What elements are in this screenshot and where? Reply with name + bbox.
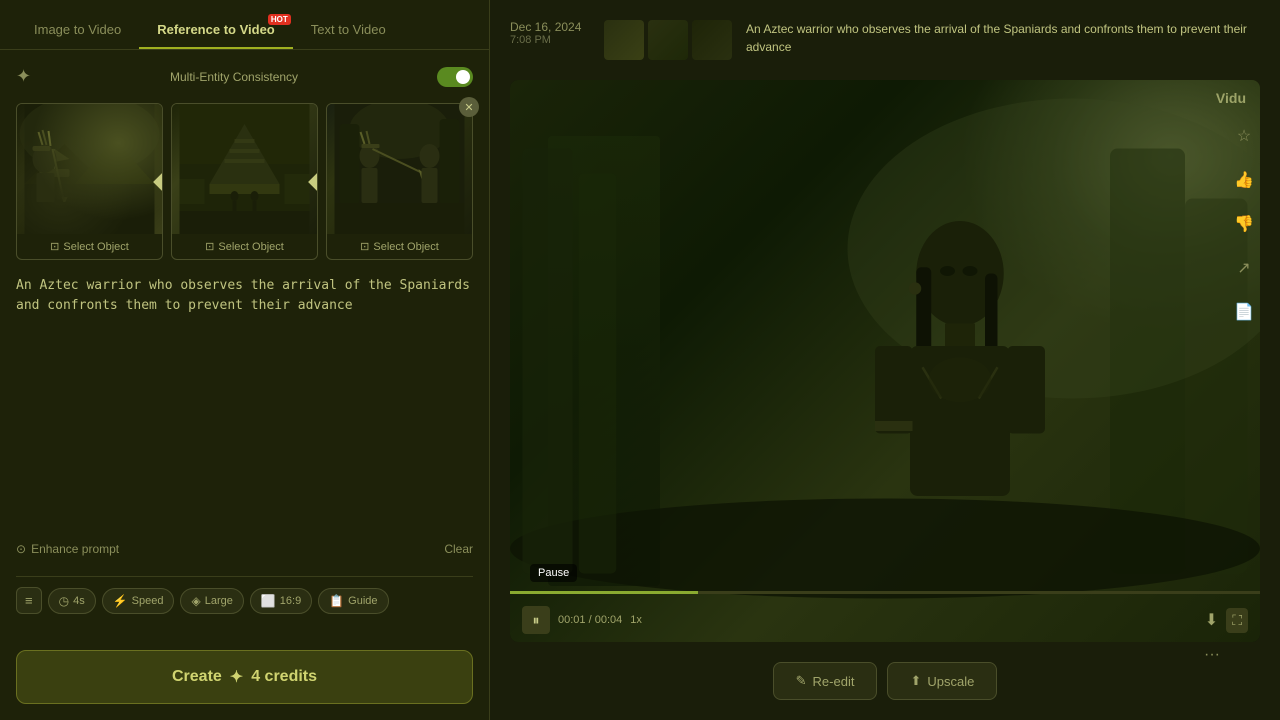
reedit-button[interactable]: ✎ Re-edit (773, 662, 878, 700)
video-player[interactable]: Vidu Pause ⏸ 00:01 / 00:04 1x ⬇ ⛶ (510, 80, 1260, 642)
thumbnail-2[interactable] (648, 20, 688, 60)
quality-button[interactable]: ◈ Large (180, 588, 243, 614)
more-options-button[interactable]: ··· (1204, 646, 1220, 664)
select-icon-1: ⊡ (50, 240, 59, 253)
ratio-button[interactable]: ⬜ 16:9 (250, 588, 312, 614)
history-time: 7:08 PM (510, 34, 590, 46)
select-object-btn-2[interactable]: ⊡ Select Object (172, 234, 317, 259)
image-card-1[interactable]: ⊡ Select Object (16, 103, 163, 260)
history-meta: Dec 16, 2024 7:08 PM (510, 20, 590, 46)
duration-button[interactable]: ◷ 4s (48, 588, 96, 614)
panel-content: ✦ Multi-Entity Consistency ✕ (0, 50, 489, 640)
speed-button[interactable]: ⚡ Speed (102, 588, 175, 614)
favorite-button[interactable]: ☆ (1228, 120, 1260, 152)
fullscreen-button[interactable]: ⛶ (1226, 608, 1248, 633)
thumbnail-3[interactable] (692, 20, 732, 60)
history-description: An Aztec warrior who observes the arriva… (746, 20, 1260, 56)
upscale-button[interactable]: ⬆ Upscale (887, 662, 997, 700)
history-item: Dec 16, 2024 7:08 PM An Aztec warrior wh… (510, 20, 1260, 60)
card-image-1 (17, 104, 162, 234)
image-card-2[interactable]: ⊡ Select Object (171, 103, 318, 260)
hot-badge: HOT (268, 14, 291, 25)
details-button[interactable]: 📄 (1228, 296, 1260, 328)
video-progress-bar[interactable] (510, 591, 1260, 594)
image-card-3[interactable]: ⊡ Select Object (326, 103, 473, 260)
current-time: 00:01 / 00:04 (558, 614, 622, 626)
multi-entity-label: Multi-Entity Consistency (170, 70, 298, 84)
video-content-svg (510, 80, 1260, 642)
pause-play-button[interactable]: ⏸ (522, 606, 550, 634)
vidu-brand-label: Vidu (1216, 90, 1246, 106)
left-panel: Image to Video Reference to Video HOT Te… (0, 0, 490, 720)
wand-icon: ✦ (16, 66, 31, 87)
select-object-btn-1[interactable]: ⊡ Select Object (17, 234, 162, 259)
settings-icon-button[interactable]: ≡ (16, 587, 42, 614)
like-button[interactable]: 👍 (1228, 164, 1260, 196)
settings-row: ≡ ◷ 4s ⚡ Speed ◈ Large ⬜ 16:9 📋 Guide (16, 576, 473, 624)
tab-text-to-video[interactable]: Text to Video (293, 12, 404, 49)
pause-tooltip: Pause (530, 564, 577, 582)
download-button[interactable]: ⬇ (1205, 610, 1218, 630)
dislike-button[interactable]: 👎 (1228, 208, 1260, 240)
prompt-textarea[interactable]: An Aztec warrior who observes the arriva… (16, 276, 473, 356)
multi-entity-row: ✦ Multi-Entity Consistency (16, 66, 473, 87)
enhance-icon: ⊙ (16, 542, 26, 556)
image-cards: ✕ (16, 103, 473, 260)
action-buttons: ✎ Re-edit ⬆ Upscale (510, 662, 1260, 700)
video-controls: ⏸ 00:01 / 00:04 1x ⬇ ⛶ (522, 606, 1248, 634)
thumb-image-2 (648, 20, 688, 60)
thumb-image-3 (692, 20, 732, 60)
clear-button[interactable]: Clear (444, 542, 473, 556)
card-image-3 (327, 104, 472, 234)
enhance-prompt-button[interactable]: ⊙ Enhance prompt (16, 542, 119, 556)
guide-icon: 📋 (329, 594, 344, 608)
tab-reference-to-video[interactable]: Reference to Video HOT (139, 12, 293, 49)
thumb-image-1 (604, 20, 644, 60)
tab-bar: Image to Video Reference to Video HOT Te… (0, 0, 489, 50)
enhance-row: ⊙ Enhance prompt Clear (16, 542, 473, 556)
reedit-icon: ✎ (796, 673, 807, 689)
right-sidebar: ☆ 👍 👎 ↗ 📄 (1228, 120, 1260, 328)
card-image-2 (172, 104, 317, 234)
select-object-btn-3[interactable]: ⊡ Select Object (327, 234, 472, 259)
create-button[interactable]: Create ✦ 4 credits (16, 650, 473, 704)
remove-card-button[interactable]: ✕ (459, 97, 479, 117)
history-date: Dec 16, 2024 (510, 20, 590, 34)
history-thumbnails (604, 20, 732, 60)
upscale-icon: ⬆ (910, 673, 921, 689)
thumbnail-1[interactable] (604, 20, 644, 60)
clock-icon: ◷ (59, 594, 69, 608)
sparkle-icon: ✦ (230, 667, 243, 687)
speed-icon: ⚡ (113, 594, 128, 608)
speed-button-player[interactable]: 1x (630, 614, 642, 626)
guide-button[interactable]: 📋 Guide (318, 588, 388, 614)
quality-icon: ◈ (191, 594, 200, 608)
select-icon-2: ⊡ (205, 240, 214, 253)
select-icon-3: ⊡ (360, 240, 369, 253)
multi-entity-toggle[interactable] (437, 67, 473, 87)
tab-image-to-video[interactable]: Image to Video (16, 12, 139, 49)
share-button[interactable]: ↗ (1228, 252, 1260, 284)
video-scene: Vidu Pause (510, 80, 1260, 642)
ratio-icon: ⬜ (261, 594, 276, 608)
progress-filled (510, 591, 698, 594)
right-panel: Dec 16, 2024 7:08 PM An Aztec warrior wh… (490, 0, 1280, 720)
